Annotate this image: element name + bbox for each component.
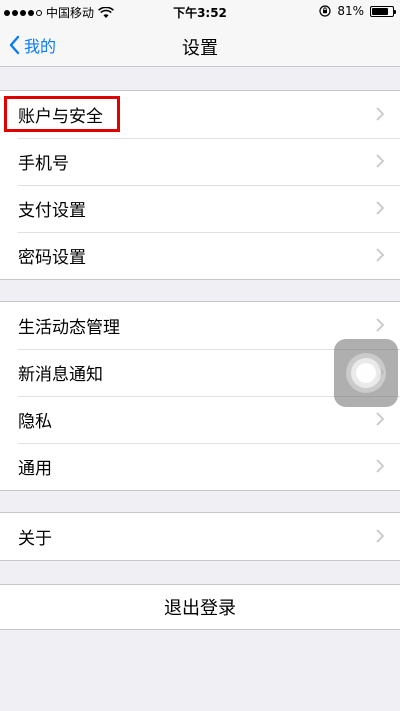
settings-item-label: 生活动态管理 (18, 318, 120, 338)
chevron-right-icon (376, 318, 384, 332)
logout-label: 退出登录 (164, 598, 236, 619)
settings-item-label: 关于 (18, 529, 52, 549)
settings-group-about: 关于 (0, 512, 400, 561)
chevron-right-icon (376, 529, 384, 543)
battery-icon (370, 5, 396, 17)
chevron-right-icon (376, 154, 384, 168)
page-title: 设置 (182, 38, 218, 59)
settings-item-label: 通用 (18, 459, 52, 479)
chevron-right-icon (376, 412, 384, 426)
settings-item-label: 密码设置 (18, 248, 86, 268)
settings-item-about[interactable]: 关于 (0, 513, 400, 560)
battery-fill (372, 7, 389, 15)
chevron-right-icon (376, 201, 384, 215)
settings-item-label: 账户与安全 (18, 107, 103, 127)
status-bar: 中国移动 下午3:52 81% (0, 0, 400, 22)
logout-button[interactable]: 退出登录 (0, 584, 400, 630)
settings-item-account-security[interactable]: 账户与安全 (0, 91, 400, 138)
settings-group-account: 账户与安全 手机号 支付设置 密码设置 (0, 90, 400, 280)
settings-item-payment[interactable]: 支付设置 (0, 185, 400, 232)
settings-item-label: 手机号 (18, 154, 69, 174)
chevron-right-icon (376, 248, 384, 262)
settings-item-label: 隐私 (18, 412, 52, 432)
chevron-right-icon (376, 107, 384, 121)
settings-item-label: 支付设置 (18, 201, 86, 221)
status-right: 81% (319, 4, 396, 18)
assistive-touch-button[interactable] (334, 339, 398, 407)
nav-bar: 我的 设置 (0, 22, 400, 67)
battery-percent: 81% (337, 4, 364, 18)
rotation-lock-icon (319, 5, 331, 17)
settings-item-general[interactable]: 通用 (0, 443, 400, 490)
settings-item-phone[interactable]: 手机号 (0, 138, 400, 185)
settings-item-label: 新消息通知 (18, 365, 103, 385)
chevron-right-icon (376, 459, 384, 473)
settings-item-password[interactable]: 密码设置 (0, 232, 400, 279)
